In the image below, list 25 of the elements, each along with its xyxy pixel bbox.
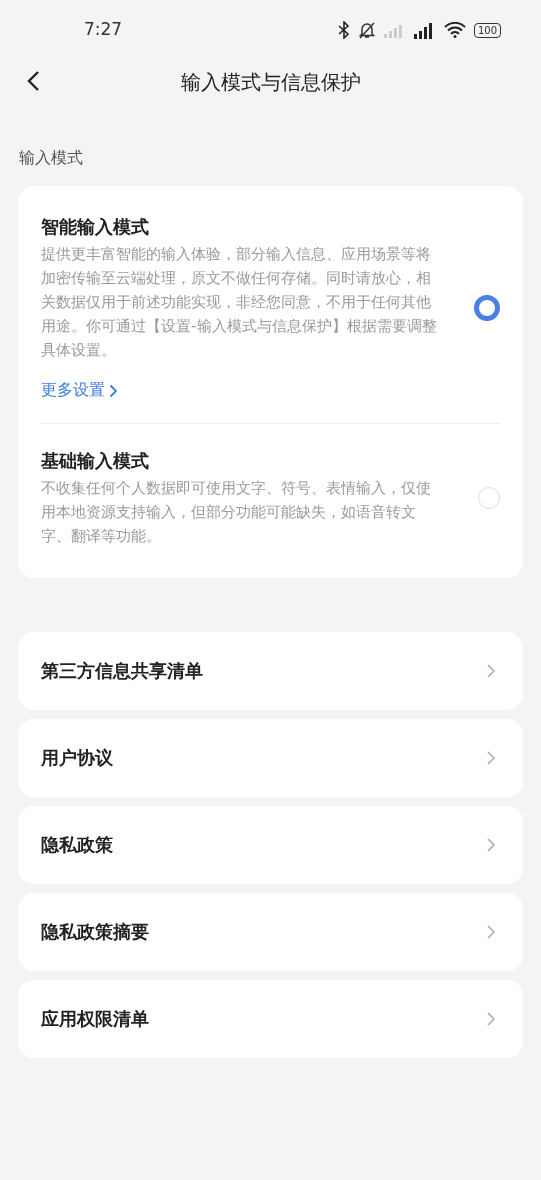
mode-description: 不收集任何个人数据即可使用文字、符号、表情输入，仅使用本地资源支持输入，但部分功能可能缺失，如语音转文字、翻译等功能。 <box>41 478 432 547</box>
bluetooth-icon <box>337 21 350 39</box>
page-title: 输入模式与信息保护 <box>180 68 361 96</box>
mode-description: 提供更丰富智能的输入体验，部分输入信息、应用场景等将加密传输至云端处理，原文不做任何存储。同时请放心，相关数据仅用于前述功能实现，非经您同意，不用于任何其他用途。你可通过【设置-输入模式与信息保护】根据需要调整具体设置。 <box>41 244 438 361</box>
section-label: 输入模式 <box>19 148 84 169</box>
settings-link-row[interactable]: 应用权限清单 <box>18 980 523 1058</box>
bell-muted-icon <box>357 21 376 39</box>
chevron-icon <box>487 664 495 678</box>
settings-link-row[interactable]: 第三方信息共享清单 <box>18 632 523 710</box>
chevron-icon <box>487 751 495 765</box>
back-icon <box>26 70 40 92</box>
chevron-icon <box>487 1012 495 1026</box>
settings-link-row[interactable]: 隐私政策摘要 <box>18 893 523 971</box>
status-time: 7:27 <box>84 19 123 39</box>
settings-link-row[interactable]: 隐私政策 <box>18 806 523 884</box>
radio-button[interactable] <box>474 294 500 321</box>
battery-level: 100 <box>473 22 501 38</box>
mode-title: 智能输入模式 <box>41 215 150 239</box>
chevron-icon <box>487 925 495 939</box>
more-settings-link[interactable]: 更多设置 <box>41 380 118 401</box>
chevron-icon <box>109 383 118 398</box>
chevron-icon <box>487 838 495 852</box>
mode-title: 基础输入模式 <box>41 449 150 473</box>
settings-link-row[interactable]: 用户协议 <box>18 719 523 797</box>
wifi-icon <box>443 22 466 38</box>
